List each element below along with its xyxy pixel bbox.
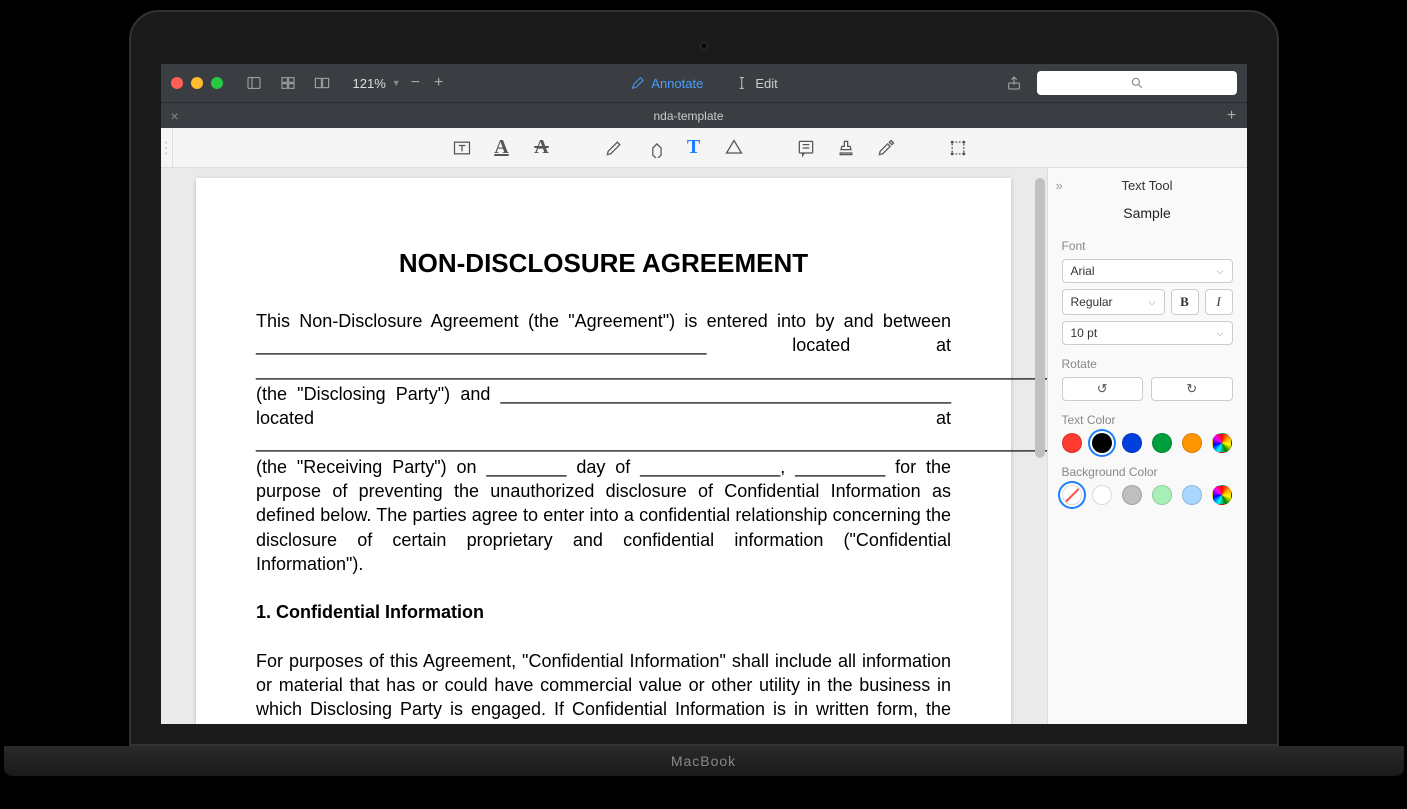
rotate-section-label: Rotate <box>1062 357 1233 371</box>
color-swatch-orange[interactable] <box>1182 433 1202 453</box>
share-icon[interactable] <box>1001 72 1027 94</box>
font-variant-value: Regular <box>1071 295 1113 309</box>
vertical-scrollbar[interactable] <box>1035 178 1045 458</box>
bg-color-swatches <box>1062 485 1233 505</box>
font-family-value: Arial <box>1071 264 1095 278</box>
maximize-window-button[interactable] <box>211 77 223 89</box>
zoom-control: 121% ▼ − + <box>353 74 448 92</box>
document-viewport[interactable]: NON-DISCLOSURE AGREEMENT This Non-Disclo… <box>161 168 1047 724</box>
eraser-tool[interactable] <box>643 137 665 159</box>
bg-color-picker-button[interactable] <box>1212 485 1232 505</box>
collapse-sidebar-button[interactable]: » <box>1056 178 1063 193</box>
annotation-toolbar: ⋮ A A T <box>161 128 1247 168</box>
font-section-label: Font <box>1062 239 1233 253</box>
document-tabbar: × nda-template + <box>161 102 1247 128</box>
font-size-select[interactable]: 10 pt ⌵ <box>1062 321 1233 345</box>
pen-tool[interactable] <box>603 137 625 159</box>
zoom-in-button[interactable]: + <box>430 74 447 92</box>
edit-label: Edit <box>755 76 777 91</box>
thumbnails-icon[interactable] <box>275 72 301 94</box>
color-swatch-gray[interactable] <box>1122 485 1142 505</box>
color-swatch-white[interactable] <box>1092 485 1112 505</box>
text-color-swatches <box>1062 433 1233 453</box>
zoom-value[interactable]: 121% <box>353 76 386 91</box>
close-window-button[interactable] <box>171 77 183 89</box>
crop-tool[interactable] <box>947 137 969 159</box>
color-swatch-blue[interactable] <box>1122 433 1142 453</box>
color-swatch-green[interactable] <box>1152 433 1172 453</box>
doc-paragraph: For purposes of this Agreement, "Confide… <box>256 649 951 724</box>
annotate-mode-tab[interactable]: Annotate <box>629 75 703 91</box>
note-tool[interactable] <box>795 137 817 159</box>
inspector-sidebar: » Text Tool Sample Font Arial ⌵ Regular … <box>1047 168 1247 724</box>
laptop-frame: 121% ▼ − + Annotate Edit <box>129 10 1279 776</box>
doc-heading: 1. Confidential Information <box>256 600 951 624</box>
document-tab[interactable]: × nda-template <box>161 103 1217 128</box>
text-strikethrough-tool[interactable]: A <box>531 137 553 159</box>
screen-bezel: 121% ▼ − + Annotate Edit <box>129 10 1279 746</box>
zoom-out-button[interactable]: − <box>407 74 424 92</box>
titlebar: 121% ▼ − + Annotate Edit <box>161 64 1247 102</box>
rotate-cw-button[interactable]: ↻ <box>1151 377 1233 401</box>
minimize-window-button[interactable] <box>191 77 203 89</box>
app-window: 121% ▼ − + Annotate Edit <box>161 64 1247 724</box>
color-swatch-black[interactable] <box>1092 433 1112 453</box>
text-color-label: Text Color <box>1062 413 1233 427</box>
main-area: NON-DISCLOSURE AGREEMENT This Non-Disclo… <box>161 168 1247 724</box>
doc-title: NON-DISCLOSURE AGREEMENT <box>256 248 951 279</box>
text-tool[interactable]: T <box>683 137 705 159</box>
italic-button[interactable]: I <box>1205 289 1233 315</box>
edit-mode-tab[interactable]: Edit <box>733 75 777 91</box>
text-box-tool[interactable] <box>451 137 473 159</box>
camera-icon <box>700 42 708 50</box>
chevron-down-icon[interactable]: ▼ <box>392 78 401 88</box>
search-input[interactable] <box>1037 71 1237 95</box>
pencil-icon <box>629 75 645 91</box>
close-tab-button[interactable]: × <box>171 108 179 124</box>
mode-tabs: Annotate Edit <box>629 75 777 91</box>
text-cursor-icon <box>733 75 749 91</box>
sidebar-toggle-icon[interactable] <box>241 72 267 94</box>
rotate-ccw-button[interactable]: ↺ <box>1062 377 1144 401</box>
eyedropper-tool[interactable] <box>875 137 897 159</box>
toolbar-handle-icon[interactable]: ⋮ <box>161 128 173 167</box>
color-swatch-lightblue[interactable] <box>1182 485 1202 505</box>
chevron-down-icon: ⌵ <box>1217 328 1224 339</box>
font-variant-select[interactable]: Regular ⌵ <box>1062 289 1165 315</box>
tab-title: nda-template <box>653 109 723 123</box>
bg-color-label: Background Color <box>1062 465 1233 479</box>
sidebar-title: Text Tool <box>1062 178 1233 193</box>
bold-button[interactable]: B <box>1171 289 1199 315</box>
doc-paragraph: This Non-Disclosure Agreement (the "Agre… <box>256 309 951 576</box>
shape-tool[interactable] <box>723 137 745 159</box>
font-size-value: 10 pt <box>1071 326 1098 340</box>
laptop-base: MacBook <box>4 746 1404 776</box>
new-tab-button[interactable]: + <box>1217 107 1247 125</box>
stamp-tool[interactable] <box>835 137 857 159</box>
text-underline-tool[interactable]: A <box>491 137 513 159</box>
color-swatch-red[interactable] <box>1062 433 1082 453</box>
chevron-down-icon: ⌵ <box>1217 266 1224 277</box>
brand-label: MacBook <box>671 753 736 769</box>
color-swatch-none[interactable] <box>1062 485 1082 505</box>
document-page: NON-DISCLOSURE AGREEMENT This Non-Disclo… <box>196 178 1011 724</box>
annotate-label: Annotate <box>651 76 703 91</box>
split-view-icon[interactable] <box>309 72 335 94</box>
search-icon <box>1130 76 1144 90</box>
chevron-down-icon: ⌵ <box>1149 297 1156 308</box>
traffic-lights <box>171 77 223 89</box>
color-swatch-lightgreen[interactable] <box>1152 485 1172 505</box>
text-sample-preview: Sample <box>1062 205 1233 221</box>
font-family-select[interactable]: Arial ⌵ <box>1062 259 1233 283</box>
color-picker-button[interactable] <box>1212 433 1232 453</box>
